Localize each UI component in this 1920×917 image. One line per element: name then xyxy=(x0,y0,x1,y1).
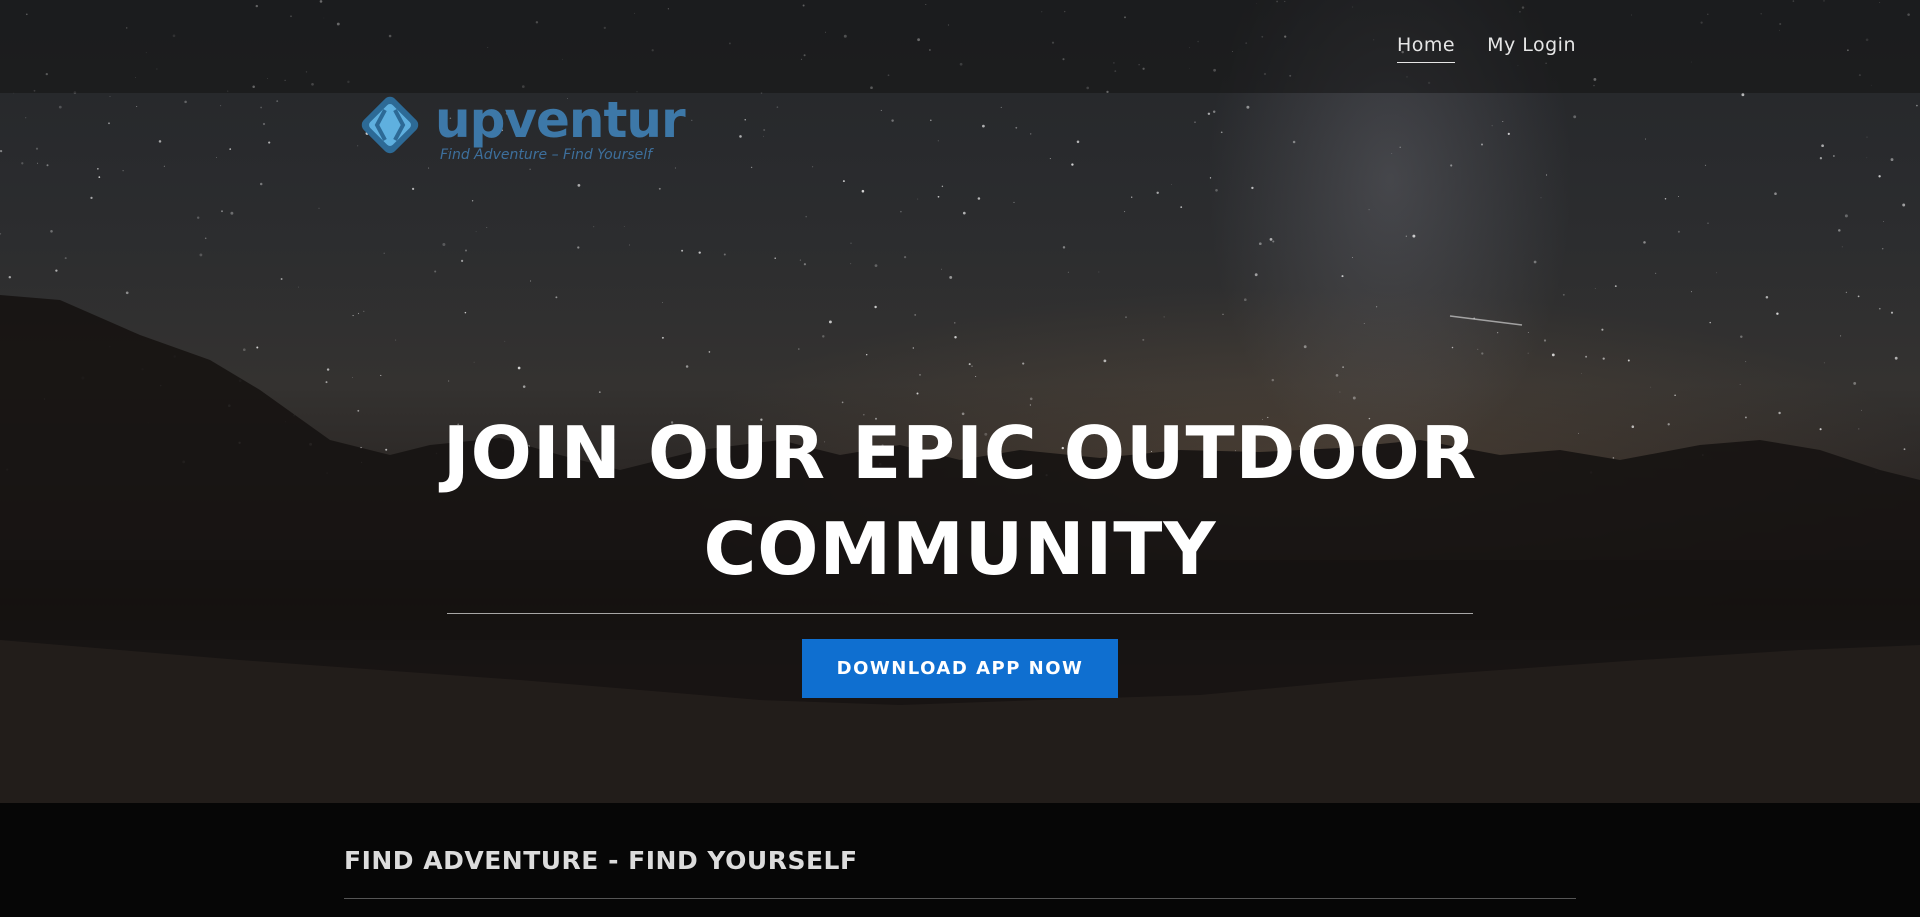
download-app-button[interactable]: DOWNLOAD APP NOW xyxy=(802,639,1118,698)
hero-divider xyxy=(447,613,1473,614)
diamond-logo-icon xyxy=(361,96,419,154)
section-divider xyxy=(344,898,1576,899)
logo-wordmark: upventur xyxy=(435,91,686,149)
top-navigation-bar: Home My Login xyxy=(0,0,1920,93)
section-title: FIND ADVENTURE - FIND YOURSELF xyxy=(344,846,858,875)
intro-section: FIND ADVENTURE - FIND YOURSELF xyxy=(0,803,1920,917)
hero-heading-line-1: JOIN OUR EPIC OUTDOOR xyxy=(442,411,1478,495)
upventur-logo[interactable]: upventur Find Adventure – Find Yourself xyxy=(355,90,686,170)
nav-my-login-link[interactable]: My Login xyxy=(1487,34,1576,63)
nav-home-link[interactable]: Home xyxy=(1396,34,1456,63)
hero-heading: JOIN OUR EPIC OUTDOOR COMMUNITY xyxy=(360,405,1560,597)
hero-heading-line-2: COMMUNITY xyxy=(703,507,1217,591)
main-nav: Home My Login xyxy=(1396,34,1576,63)
logo-tagline: Find Adventure – Find Yourself xyxy=(440,147,653,163)
